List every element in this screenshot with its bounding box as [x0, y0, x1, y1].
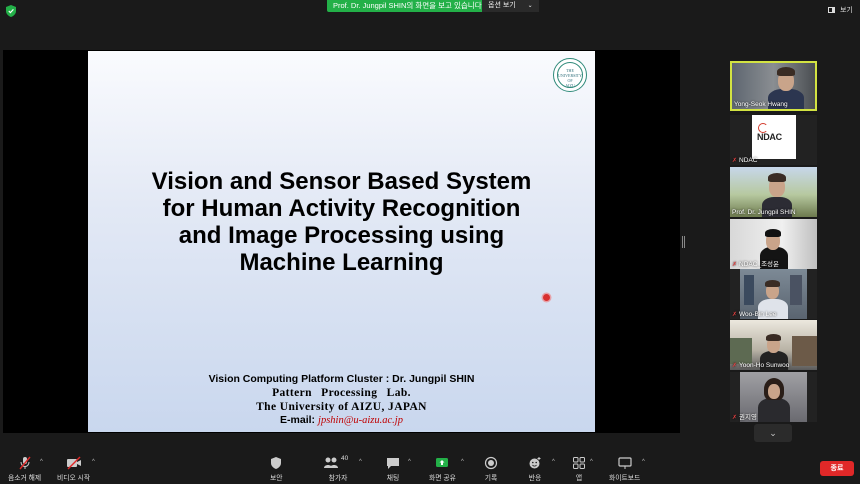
security-button[interactable]: 보안: [270, 456, 283, 482]
smiley-plus-icon: [529, 457, 541, 469]
participant-name: ✗ NDAC_조성윤: [732, 261, 780, 268]
chat-bubble-icon: [387, 458, 399, 469]
share-screen-label: 화면 공유: [429, 475, 456, 482]
whiteboard-button[interactable]: 화이트보드: [609, 456, 640, 482]
participants-count: 40: [341, 455, 349, 462]
share-screen-button[interactable]: 화면 공유: [429, 456, 456, 482]
participant-name: Yong-Seok Hwang: [734, 101, 788, 108]
security-label: 보안: [270, 475, 283, 482]
email-address: jpshin@u-aizu.ac.jp: [318, 415, 403, 426]
slide-title-line: Machine Learning: [239, 249, 444, 276]
participant-tile[interactable]: ✗ Woo-Bin Lee: [730, 269, 817, 319]
meeting-toolbar: 음소거 해제 ^ 비디오 시작 ^ 보안 40 참가자 ^ 채팅 ^ 화면 공유…: [0, 452, 860, 484]
record-icon: [484, 456, 498, 470]
scroll-down-button[interactable]: ⌄: [754, 424, 792, 442]
reactions-button[interactable]: 반응: [528, 456, 542, 482]
view-options-button[interactable]: 옵션 보기 ⌄: [482, 0, 539, 12]
record-label: 기록: [484, 475, 498, 482]
view-layout-label: 보기: [839, 7, 853, 14]
participant-name: ✗ Yoon-Ho Sunwoo: [732, 362, 790, 369]
unmute-button[interactable]: 음소거 해제: [8, 456, 41, 482]
university-text: The University of AIZU, JAPAN: [256, 401, 427, 413]
video-off-icon: [66, 456, 81, 470]
muted-mic-icon: ✗: [732, 158, 738, 164]
top-bar: Prof. Dr. Jungpil SHIN의 화면을 보고 있습니다 옵션 보…: [0, 0, 860, 22]
participant-tile[interactable]: ✗ Yoon-Ho Sunwoo: [730, 320, 817, 370]
university-seal-logo: THE UNIVERSITY OF AIZU: [553, 58, 587, 92]
chevron-down-icon: ⌄: [769, 428, 777, 438]
slide-title-line: and Image Processing using: [178, 222, 505, 249]
chat-options-caret[interactable]: ^: [408, 459, 411, 465]
participants-label: 참가자: [328, 475, 348, 482]
view-options-label: 옵션 보기: [488, 2, 516, 9]
whiteboard-options-caret[interactable]: ^: [642, 459, 645, 465]
muted-mic-icon: ✗: [732, 415, 738, 421]
muted-microphone-icon: [19, 456, 31, 470]
cluster-text: Vision Computing Platform Cluster : Dr. …: [208, 373, 475, 385]
apps-button[interactable]: 앱: [572, 456, 586, 482]
participant-tile[interactable]: ✗ NDAC_조성윤: [730, 219, 817, 269]
presentation-slide: THE UNIVERSITY OF AIZU Vision and Sensor Ba…: [88, 51, 595, 432]
chevron-down-icon: ⌄: [527, 3, 533, 9]
chat-button[interactable]: 채팅: [386, 456, 400, 482]
ndac-logo-text: NDAC: [757, 132, 782, 142]
whiteboard-icon: [618, 457, 632, 469]
record-button[interactable]: 기록: [484, 456, 498, 482]
share-screen-icon: [436, 458, 449, 467]
slide-footer: Vision Computing Platform Cluster : Dr. …: [88, 372, 595, 427]
participant-name: ✗ 권지영: [732, 414, 757, 421]
panel-resize-handle[interactable]: [682, 236, 685, 248]
slide-title-line: for Human Activity Recognition: [162, 195, 521, 222]
zoom-meeting-window: Prof. Dr. Jungpil SHIN의 화면을 보고 있습니다 옵션 보…: [0, 0, 860, 484]
laser-pointer-dot: [543, 294, 550, 301]
layout-icon: [828, 7, 835, 13]
video-options-caret[interactable]: ^: [92, 459, 95, 465]
email-line: E-mail: jpshin@u-aizu.ac.jp: [88, 414, 595, 427]
security-shield-icon[interactable]: [6, 5, 16, 17]
apps-label: 앱: [575, 475, 583, 482]
start-video-label: 비디오 시작: [57, 475, 91, 482]
slide-title: Vision and Sensor Based System for Human…: [88, 168, 595, 276]
ndac-logo: NDAC: [752, 115, 796, 159]
muted-mic-icon: ✗: [732, 312, 738, 318]
reactions-options-caret[interactable]: ^: [552, 459, 555, 465]
participants-button[interactable]: 40 참가자: [323, 455, 353, 482]
participant-tile[interactable]: NDAC ✗ NDAC: [730, 115, 817, 165]
participants-icon: [324, 457, 338, 468]
participant-name: ✗ NDAC: [732, 157, 758, 164]
lab-text: Pattern Processing Lab.: [272, 387, 411, 399]
whiteboard-label: 화이트보드: [609, 475, 641, 482]
apps-grid-icon: [573, 457, 585, 469]
shield-icon: [271, 457, 282, 469]
muted-mic-icon: ✗: [732, 262, 738, 268]
participant-tile[interactable]: Prof. Dr. Jungpil SHIN: [730, 167, 817, 217]
shared-screen[interactable]: THE UNIVERSITY OF AIZU Vision and Sensor Ba…: [3, 50, 680, 433]
chat-label: 채팅: [386, 475, 400, 482]
screen-share-banner: Prof. Dr. Jungpil SHIN의 화면을 보고 있습니다: [327, 0, 488, 12]
apps-options-caret[interactable]: ^: [590, 459, 593, 465]
participant-name: Prof. Dr. Jungpil SHIN: [732, 209, 796, 216]
slide-title-line: Vision and Sensor Based System: [151, 168, 532, 195]
reactions-label: 반응: [528, 475, 542, 482]
participants-icon-wrap: 40: [323, 455, 353, 470]
email-label: E-mail:: [280, 414, 316, 426]
muted-mic-icon: ✗: [732, 363, 738, 369]
unmute-label: 음소거 해제: [8, 475, 42, 482]
share-options-caret[interactable]: ^: [461, 459, 464, 465]
audio-options-caret[interactable]: ^: [40, 459, 43, 465]
view-layout-button[interactable]: 보기: [828, 5, 853, 15]
participants-options-caret[interactable]: ^: [359, 459, 362, 465]
start-video-button[interactable]: 비디오 시작: [57, 456, 90, 482]
participant-name: ✗ Woo-Bin Lee: [732, 311, 777, 318]
participant-tile[interactable]: Yong-Seok Hwang: [730, 61, 817, 111]
participant-tile[interactable]: ✗ 권지영: [730, 372, 817, 422]
end-meeting-button[interactable]: 종료: [820, 461, 854, 476]
